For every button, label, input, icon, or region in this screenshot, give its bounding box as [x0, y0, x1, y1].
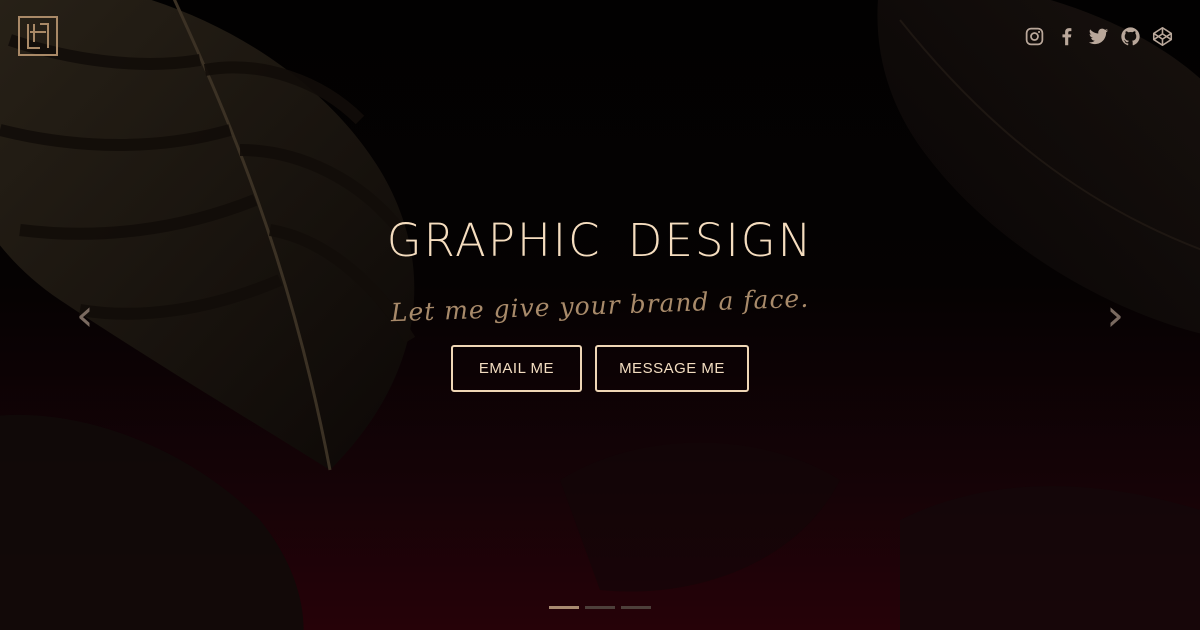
monogram-logo-icon[interactable]	[18, 16, 58, 56]
hero-title: GRAPHIC DESIGN	[386, 214, 814, 267]
carousel-indicator-3[interactable]	[621, 606, 651, 609]
hero-section: ‹ › GRAPHIC DESIGN Let me give your bran…	[0, 0, 1200, 630]
codepen-icon[interactable]	[1152, 26, 1173, 47]
carousel-indicator-1[interactable]	[549, 606, 579, 609]
hero-buttons: EMAIL ME MESSAGE ME	[0, 345, 1200, 392]
social-links	[1024, 26, 1173, 47]
hero-tagline: Let me give your brand a face.	[390, 283, 810, 328]
carousel-indicator-2[interactable]	[585, 606, 615, 609]
carousel-indicators	[549, 606, 651, 609]
hero-content: GRAPHIC DESIGN Let me give your brand a …	[0, 212, 1200, 392]
facebook-icon[interactable]	[1056, 26, 1077, 47]
instagram-icon[interactable]	[1024, 26, 1045, 47]
github-icon[interactable]	[1120, 26, 1141, 47]
message-me-button[interactable]: MESSAGE ME	[595, 345, 749, 392]
twitter-icon[interactable]	[1088, 26, 1109, 47]
email-me-button[interactable]: EMAIL ME	[451, 345, 582, 392]
